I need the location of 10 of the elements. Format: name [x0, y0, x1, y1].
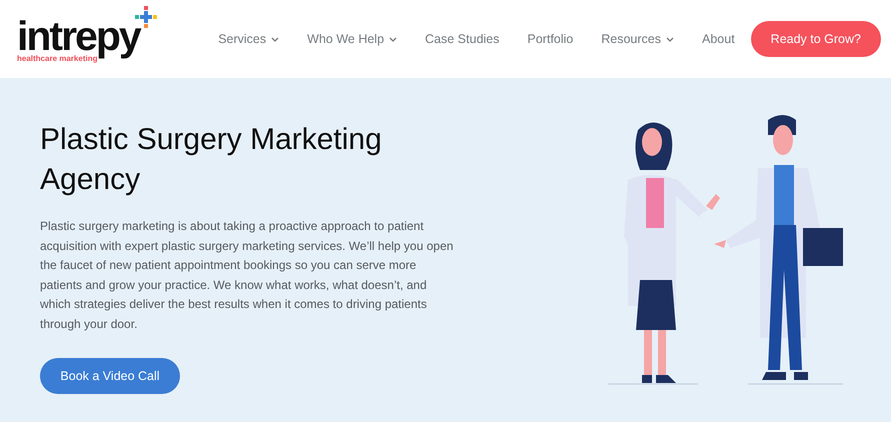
hero-title: Plastic Surgery Marketing Agency	[40, 122, 383, 198]
nav-link[interactable]: Who We Help	[293, 32, 412, 46]
cta-button[interactable]: Ready to Grow?	[750, 21, 881, 57]
nav-link[interactable]: Resources	[587, 32, 688, 46]
nav-link[interactable]: Portfolio	[513, 32, 588, 46]
nav-link[interactable]: About	[688, 32, 749, 46]
nav-link[interactable]: Services	[204, 32, 294, 46]
book-call-button[interactable]: Book a Video Call	[40, 358, 180, 394]
hero-description: Plastic surgery marketing is about taking a proactive approach to patient acquisition with expert plastic surgery marketing services. We’ll help you open the faucet of new patient appointment bookings so you can serve more patients and grow your practice. We know what works, what doesn’t, and which strategies deliver the best results when it comes to driving patients through your door.	[40, 218, 454, 332]
nav-link[interactable]: Case Studies	[411, 32, 514, 46]
